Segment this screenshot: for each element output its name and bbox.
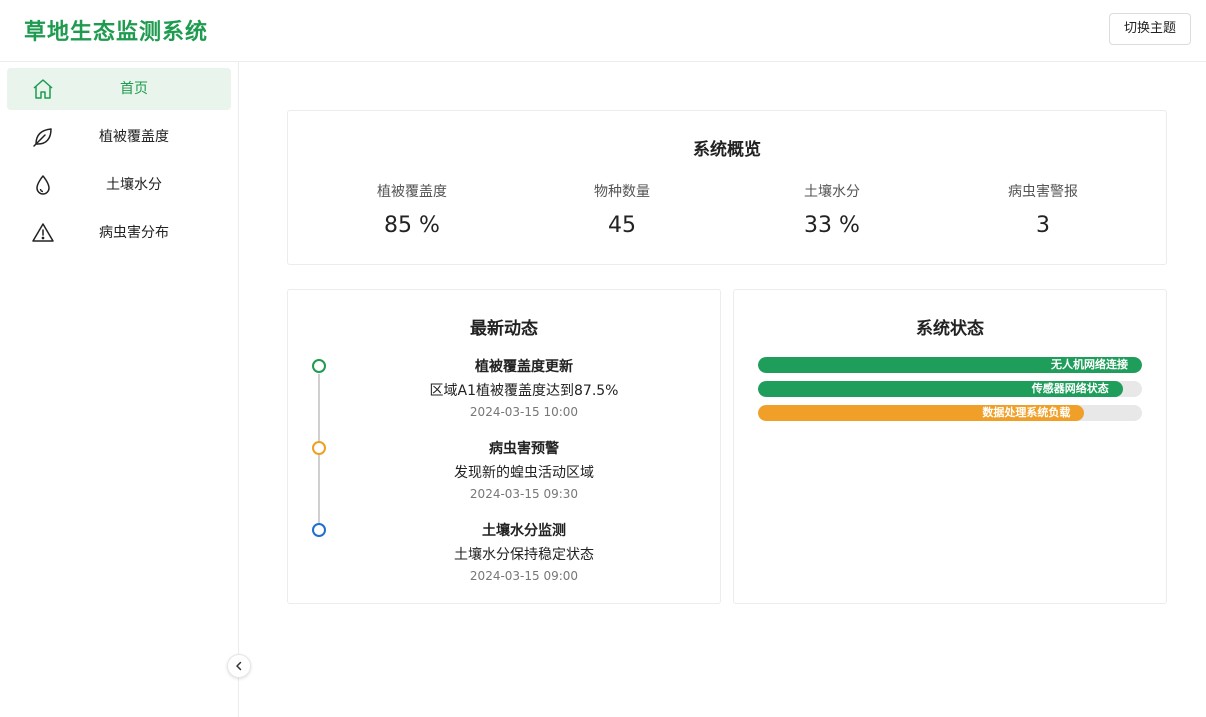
collapse-sidebar-button[interactable] [227, 654, 251, 678]
sidebar-item-vegetation[interactable]: 植被覆盖度 [7, 116, 231, 158]
activity-title: 最新动态 [470, 319, 538, 339]
home-icon [31, 77, 55, 101]
stat-value: 3 [1036, 213, 1050, 238]
switch-theme-button[interactable]: 切换主题 [1108, 13, 1191, 45]
progress-fill: 无人机网络连接 [758, 357, 1142, 373]
app-title: 草地生态监测系统 [24, 20, 209, 45]
progress-bar-data-processing: 数据处理系统负载 [758, 405, 1142, 421]
chevron-left-icon [233, 657, 245, 676]
leaf-icon [31, 125, 55, 149]
timeline-dot [312, 441, 326, 455]
sidebar-item-soil-moisture[interactable]: 土壤水分 [7, 164, 231, 206]
timeline-desc: 土壤水分保持稳定状态 [454, 547, 594, 563]
timeline-time: 2024-03-15 09:30 [469, 487, 579, 501]
timeline-title: 病虫害预警 [489, 441, 559, 457]
stat-label: 土壤水分 [804, 184, 860, 200]
sidebar-item-label: 土壤水分 [106, 177, 162, 193]
sidebar-item-pest-distribution[interactable]: 病虫害分布 [7, 212, 231, 254]
timeline-desc: 区域A1植被覆盖度达到87.5% [429, 383, 619, 399]
progress-fill: 传感器网络状态 [758, 381, 1123, 397]
stat-species-count: 物种数量 45 [522, 181, 722, 238]
timeline-dot [312, 359, 326, 373]
progress-label: 传感器网络状态 [1031, 382, 1109, 395]
app-header: 草地生态监测系统 切换主题 [0, 0, 1206, 62]
stat-label: 物种数量 [594, 184, 650, 200]
stat-vegetation-coverage: 植被覆盖度 85 % [312, 181, 512, 238]
stat-soil-moisture: 土壤水分 33 % [732, 181, 932, 238]
timeline-time: 2024-03-15 09:00 [469, 569, 579, 583]
sidebar-item-home[interactable]: 首页 [7, 68, 231, 110]
progress-label: 无人机网络连接 [1051, 358, 1128, 371]
sidebar-item-label: 病虫害分布 [99, 225, 169, 241]
sidebar-item-label: 首页 [120, 81, 148, 97]
progress-label: 数据处理系统负载 [982, 406, 1071, 419]
timeline-title: 土壤水分监测 [482, 523, 566, 539]
timeline-time: 2024-03-15 10:00 [469, 405, 579, 419]
warning-icon [31, 221, 55, 245]
stat-label: 植被覆盖度 [377, 184, 447, 200]
stat-value: 45 [608, 213, 636, 238]
overview-title: 系统概览 [693, 140, 761, 160]
progress-bar-drone-network: 无人机网络连接 [758, 357, 1142, 373]
status-card: 系统状态 无人机网络连接 传感器网络状态 数据处理系统负载 [733, 289, 1167, 604]
sidebar-item-label: 植被覆盖度 [99, 129, 169, 145]
stat-value: 33 % [804, 213, 860, 238]
droplet-icon [31, 173, 55, 197]
progress-bar-sensor-network: 传感器网络状态 [758, 381, 1142, 397]
status-title: 系统状态 [916, 319, 984, 339]
stat-value: 85 % [384, 213, 440, 238]
stat-pest-alerts: 病虫害警报 3 [943, 181, 1143, 238]
sidebar: 首页 植被覆盖度 土壤水分 病虫害分布 [0, 62, 239, 717]
timeline-dot [312, 523, 326, 537]
timeline-title: 植被覆盖度更新 [475, 359, 573, 375]
stat-label: 病虫害警报 [1008, 184, 1078, 200]
progress-fill: 数据处理系统负载 [758, 405, 1085, 421]
overview-card: 系统概览 植被覆盖度 85 % 物种数量 45 土壤水分 33 % 病虫害警报 … [287, 110, 1167, 265]
timeline-desc: 发现新的蝗虫活动区域 [454, 465, 594, 481]
activity-card: 最新动态 植被覆盖度更新 区域A1植被覆盖度达到87.5% 2024-03-15… [287, 289, 721, 604]
